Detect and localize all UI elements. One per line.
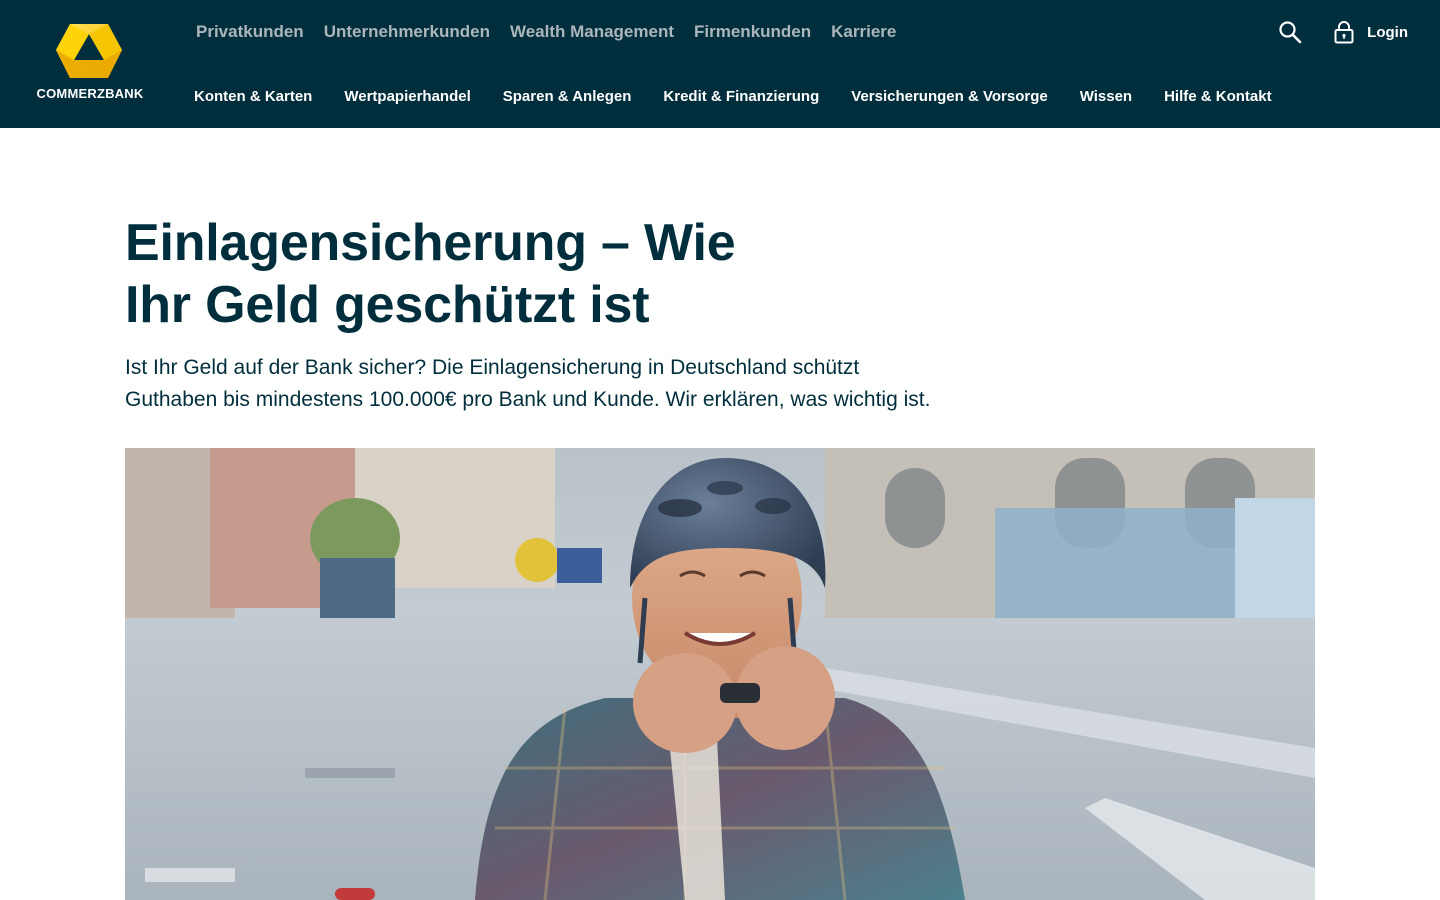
main-nav-hilfe-kontakt[interactable]: Hilfe & Kontakt xyxy=(1164,88,1272,105)
search-button[interactable] xyxy=(1277,19,1303,45)
lock-icon xyxy=(1333,19,1355,45)
login-label: Login xyxy=(1367,23,1408,41)
header-utilities: Login xyxy=(1277,18,1408,46)
main-nav-konten-karten[interactable]: Konten & Karten xyxy=(194,88,312,105)
page-title: Einlagensicherung – Wie Ihr Geld geschüt… xyxy=(125,212,1025,336)
intro-line-1: Ist Ihr Geld auf der Bank sicher? Die Ei… xyxy=(125,356,860,379)
main-nav-kredit-finanzierung[interactable]: Kredit & Finanzierung xyxy=(663,88,819,105)
login-button[interactable]: Login xyxy=(1333,19,1408,45)
hero-image xyxy=(125,448,1315,900)
page-title-line-1: Einlagensicherung – Wie xyxy=(125,214,736,272)
main-nav: Konten & Karten Wertpapierhandel Sparen … xyxy=(194,84,1272,108)
segment-nav-wealth-management[interactable]: Wealth Management xyxy=(510,22,674,42)
intro-text: Ist Ihr Geld auf der Bank sicher? Die Ei… xyxy=(125,352,1085,416)
segment-nav-firmenkunden[interactable]: Firmenkunden xyxy=(694,22,811,42)
segment-nav-unternehmerkunden[interactable]: Unternehmerkunden xyxy=(324,22,490,42)
commerzbank-logo[interactable]: COMMERZBANK xyxy=(30,22,148,104)
segment-nav-karriere[interactable]: Karriere xyxy=(831,22,896,42)
search-icon xyxy=(1279,21,1302,44)
segment-nav: Privatkunden Unternehmerkunden Wealth Ma… xyxy=(196,20,896,44)
main-nav-sparen-anlegen[interactable]: Sparen & Anlegen xyxy=(503,88,632,105)
brand-wordmark: COMMERZBANK xyxy=(36,86,144,101)
segment-nav-privatkunden[interactable]: Privatkunden xyxy=(196,22,304,42)
logo-icon xyxy=(56,24,122,78)
main-nav-wissen[interactable]: Wissen xyxy=(1080,88,1132,105)
main-nav-wertpapierhandel[interactable]: Wertpapierhandel xyxy=(344,88,470,105)
site-header: COMMERZBANK Privatkunden Unternehmerkund… xyxy=(0,0,1440,128)
main-nav-versicherungen-vorsorge[interactable]: Versicherungen & Vorsorge xyxy=(851,88,1047,105)
hero-photo-woman-with-bike-helmet xyxy=(125,448,1315,900)
intro-line-2: Guthaben bis mindestens 100.000€ pro Ban… xyxy=(125,388,931,411)
page-title-line-2: Ihr Geld geschützt ist xyxy=(125,276,650,334)
